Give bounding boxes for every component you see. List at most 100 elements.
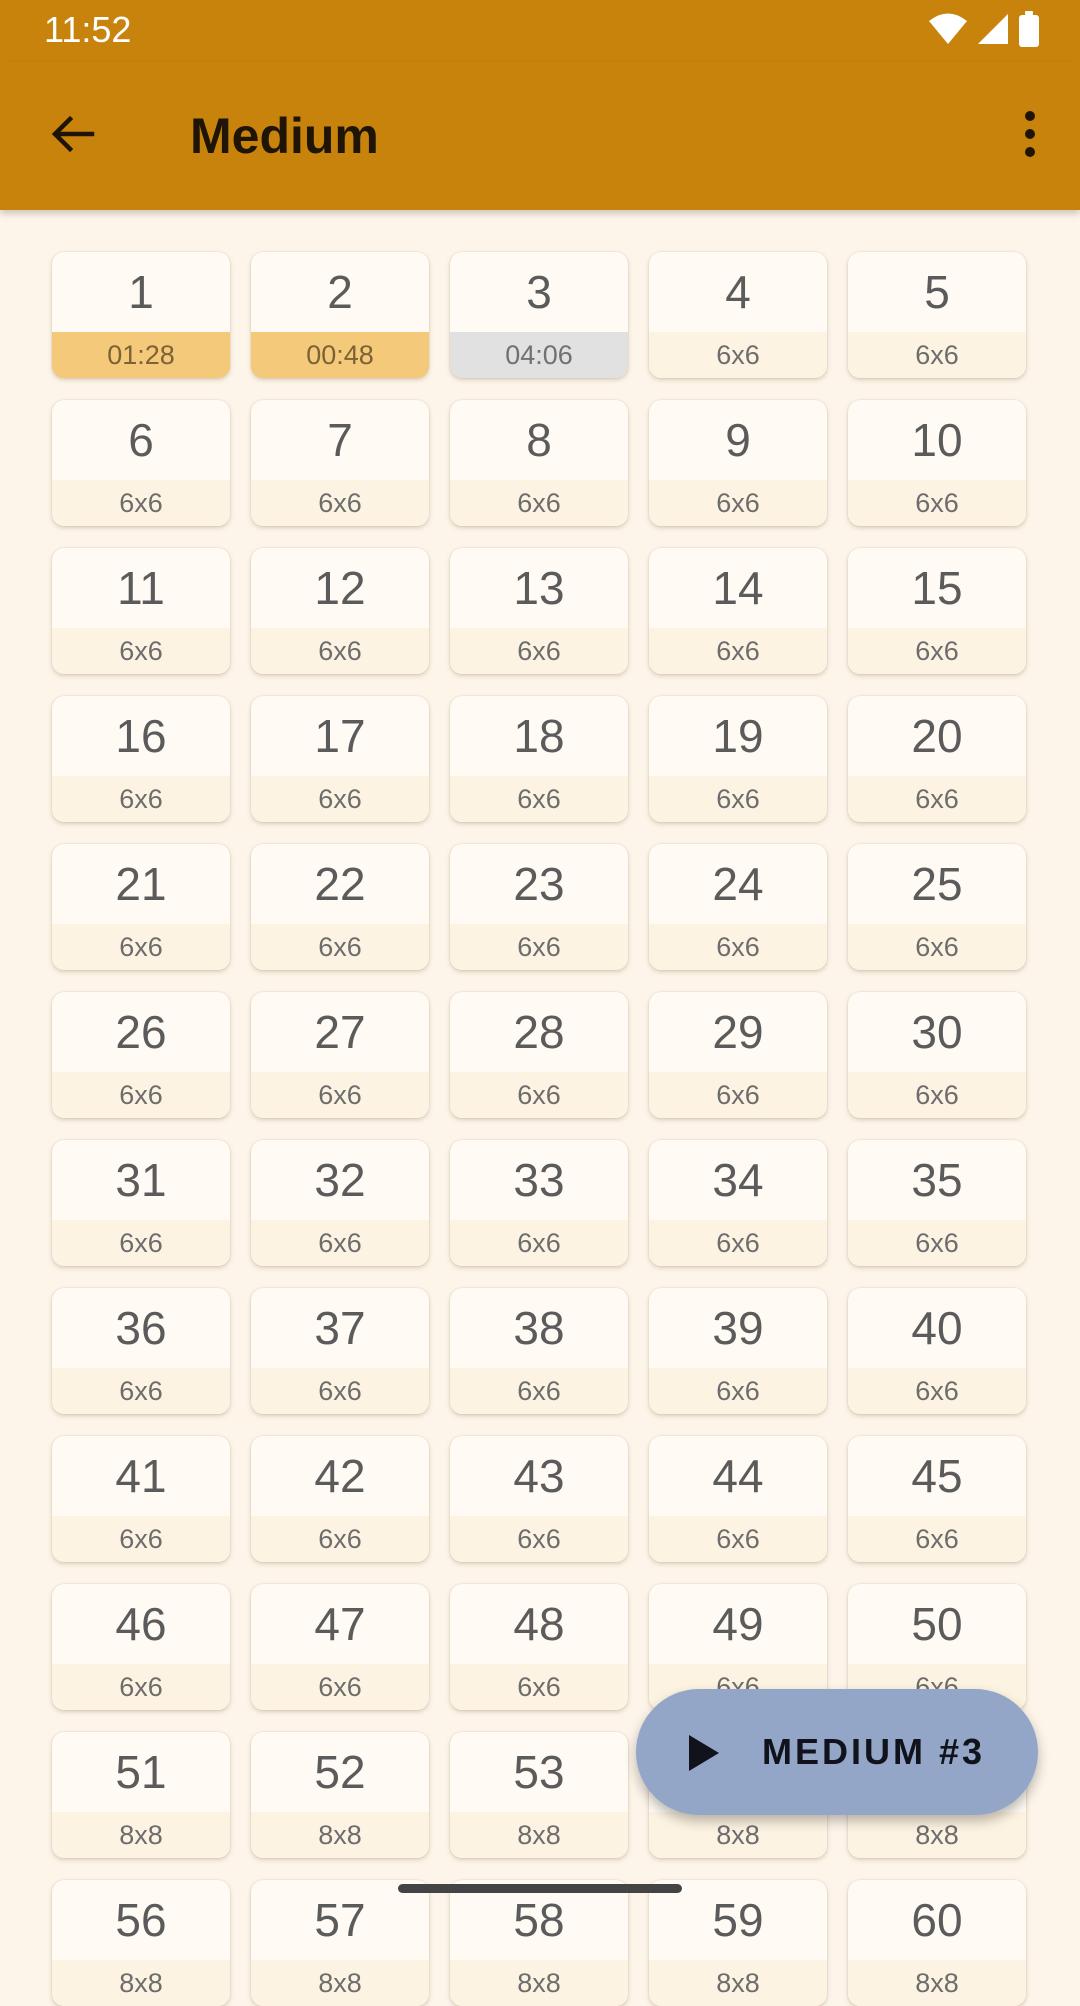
level-size: 6x6 [848, 924, 1026, 970]
back-button[interactable] [34, 98, 110, 174]
level-size: 6x6 [649, 628, 827, 674]
level-card[interactable]: 11 6x6 [52, 548, 230, 674]
level-card[interactable]: 33 6x6 [450, 1140, 628, 1266]
more-vert-icon [1024, 110, 1036, 162]
level-card[interactable]: 35 6x6 [848, 1140, 1026, 1266]
level-card[interactable]: 56 8x8 [52, 1880, 230, 2006]
level-card[interactable]: 36 6x6 [52, 1288, 230, 1414]
level-card[interactable]: 21 6x6 [52, 844, 230, 970]
level-card[interactable]: 60 8x8 [848, 1880, 1026, 2006]
level-size: 6x6 [251, 776, 429, 822]
level-card[interactable]: 6 6x6 [52, 400, 230, 526]
level-number: 45 [911, 1450, 963, 1502]
level-number: 23 [513, 858, 565, 910]
level-card[interactable]: 17 6x6 [251, 696, 429, 822]
level-number: 27 [314, 1006, 366, 1058]
level-size: 6x6 [848, 1516, 1026, 1562]
level-size: 6x6 [52, 1220, 230, 1266]
level-number: 12 [314, 562, 366, 614]
level-card[interactable]: 18 6x6 [450, 696, 628, 822]
level-time: 00:48 [251, 332, 429, 378]
level-size: 6x6 [52, 924, 230, 970]
level-card[interactable]: 52 8x8 [251, 1732, 429, 1858]
level-card[interactable]: 7 6x6 [251, 400, 429, 526]
level-card[interactable]: 14 6x6 [649, 548, 827, 674]
level-card[interactable]: 45 6x6 [848, 1436, 1026, 1562]
level-card[interactable]: 40 6x6 [848, 1288, 1026, 1414]
level-number: 5 [924, 266, 950, 318]
level-number: 14 [712, 562, 764, 614]
continue-level-button[interactable]: MEDIUM #3 [636, 1689, 1038, 1815]
level-card[interactable]: 29 6x6 [649, 992, 827, 1118]
level-card[interactable]: 26 6x6 [52, 992, 230, 1118]
level-card[interactable]: 58 8x8 [450, 1880, 628, 2006]
level-card[interactable]: 44 6x6 [649, 1436, 827, 1562]
overflow-menu-button[interactable] [1000, 98, 1060, 174]
level-size: 6x6 [848, 1368, 1026, 1414]
level-card[interactable]: 3 04:06 [450, 252, 628, 378]
level-size: 6x6 [649, 1220, 827, 1266]
level-number: 11 [117, 562, 165, 614]
level-card[interactable]: 43 6x6 [450, 1436, 628, 1562]
level-card[interactable]: 27 6x6 [251, 992, 429, 1118]
level-number: 41 [115, 1450, 167, 1502]
level-card[interactable]: 32 6x6 [251, 1140, 429, 1266]
level-card[interactable]: 48 6x6 [450, 1584, 628, 1710]
level-number: 24 [712, 858, 764, 910]
level-size: 8x8 [848, 1812, 1026, 1858]
level-size: 6x6 [649, 1516, 827, 1562]
level-card[interactable]: 47 6x6 [251, 1584, 429, 1710]
level-card[interactable]: 57 8x8 [251, 1880, 429, 2006]
level-card[interactable]: 1 01:28 [52, 252, 230, 378]
level-size: 6x6 [649, 1072, 827, 1118]
level-card[interactable]: 2 00:48 [251, 252, 429, 378]
level-card[interactable]: 31 6x6 [52, 1140, 230, 1266]
level-card[interactable]: 16 6x6 [52, 696, 230, 822]
level-card[interactable]: 15 6x6 [848, 548, 1026, 674]
level-card[interactable]: 28 6x6 [450, 992, 628, 1118]
wifi-icon [928, 12, 968, 51]
level-card[interactable]: 53 8x8 [450, 1732, 628, 1858]
level-card[interactable]: 25 6x6 [848, 844, 1026, 970]
level-card[interactable]: 41 6x6 [52, 1436, 230, 1562]
level-card[interactable]: 24 6x6 [649, 844, 827, 970]
level-card[interactable]: 59 8x8 [649, 1880, 827, 2006]
level-card[interactable]: 19 6x6 [649, 696, 827, 822]
level-card[interactable]: 37 6x6 [251, 1288, 429, 1414]
level-size: 6x6 [450, 1664, 628, 1710]
level-card[interactable]: 20 6x6 [848, 696, 1026, 822]
app-bar: Medium [0, 62, 1080, 210]
level-size: 6x6 [251, 480, 429, 526]
level-card[interactable]: 4 6x6 [649, 252, 827, 378]
level-card[interactable]: 51 8x8 [52, 1732, 230, 1858]
level-card[interactable]: 34 6x6 [649, 1140, 827, 1266]
level-size: 6x6 [450, 776, 628, 822]
level-size: 6x6 [251, 1072, 429, 1118]
level-number: 49 [712, 1598, 764, 1650]
level-size: 6x6 [450, 1220, 628, 1266]
level-size: 8x8 [649, 1960, 827, 2006]
page-title: Medium [190, 108, 379, 164]
level-number: 33 [513, 1154, 565, 1206]
level-card[interactable]: 13 6x6 [450, 548, 628, 674]
level-number: 53 [513, 1746, 565, 1798]
level-card[interactable]: 10 6x6 [848, 400, 1026, 526]
level-size: 6x6 [251, 1664, 429, 1710]
level-card[interactable]: 9 6x6 [649, 400, 827, 526]
level-card[interactable]: 30 6x6 [848, 992, 1026, 1118]
level-card[interactable]: 23 6x6 [450, 844, 628, 970]
level-card[interactable]: 8 6x6 [450, 400, 628, 526]
level-size: 6x6 [52, 1368, 230, 1414]
level-time: 01:28 [52, 332, 230, 378]
level-number: 7 [327, 414, 353, 466]
home-indicator[interactable] [398, 1884, 682, 1893]
level-card[interactable]: 22 6x6 [251, 844, 429, 970]
level-card[interactable]: 46 6x6 [52, 1584, 230, 1710]
level-card[interactable]: 42 6x6 [251, 1436, 429, 1562]
level-card[interactable]: 12 6x6 [251, 548, 429, 674]
level-card[interactable]: 39 6x6 [649, 1288, 827, 1414]
level-time: 04:06 [450, 332, 628, 378]
level-number: 47 [314, 1598, 366, 1650]
level-card[interactable]: 5 6x6 [848, 252, 1026, 378]
level-card[interactable]: 38 6x6 [450, 1288, 628, 1414]
